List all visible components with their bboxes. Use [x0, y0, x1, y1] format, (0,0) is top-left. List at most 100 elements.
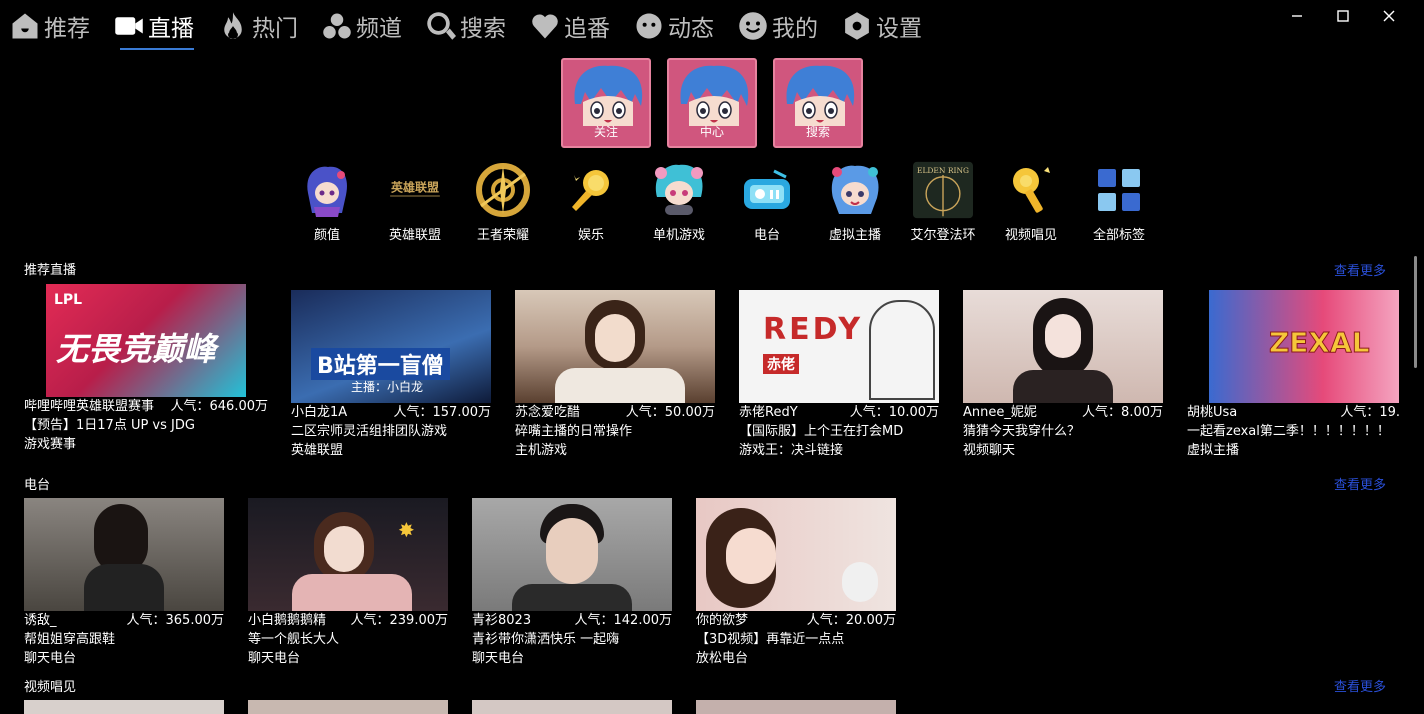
category-bar: 颜值 英雄联盟 英雄联盟 王者荣耀 娱乐 单机游戏 电台 虚拟主播 ELDEN …: [283, 160, 1163, 243]
close-button[interactable]: [1366, 4, 1412, 28]
thumb-text: 无畏竞巅峰: [56, 330, 217, 368]
popularity: 人气：20.00万: [806, 613, 896, 628]
close-icon: [1383, 10, 1395, 22]
live-card[interactable]: 诱敌_ 人气：365.00万 帮姐姐穿高跟鞋 聊天电台: [24, 498, 250, 668]
live-thumbnail[interactable]: [696, 700, 896, 714]
live-card[interactable]: Annee_妮妮 人气：8.00万 猜猜今天我穿什么？ 视频聊天: [963, 290, 1189, 460]
live-thumbnail: [472, 498, 672, 611]
live-area: 英雄联盟: [291, 443, 344, 458]
live-card[interactable]: LPL 无畏竞巅峰 哔哩哔哩英雄联盟赛事 人气：646.00万 【预告】1日17点…: [24, 284, 268, 454]
nav-item-settings[interactable]: 设置: [842, 8, 922, 44]
live-thumbnail: [696, 498, 896, 611]
search-live-button-label: 搜索: [805, 125, 830, 139]
host-name: 胡桃Usa: [1187, 405, 1238, 420]
live-card[interactable]: ✸ 小白鹅鹅鹅精 人气：239.00万 等一个舰长大人 聊天电台: [248, 498, 474, 668]
host-name: 诱敌_: [24, 613, 57, 628]
live-title: 【国际服】上个王在打会MD: [739, 424, 904, 439]
maximize-button[interactable]: [1320, 4, 1366, 28]
category-vtuber[interactable]: 虚拟主播: [811, 160, 899, 243]
scrollbar-thumb[interactable]: [1414, 256, 1417, 368]
nav-label: 追番: [564, 16, 610, 42]
host-name: 你的欲梦: [696, 613, 749, 628]
live-title: 帮姐姐穿高跟鞋: [24, 632, 116, 647]
nav-item-hot[interactable]: 热门: [218, 8, 298, 44]
section-title-recommended: 推荐直播: [24, 263, 77, 278]
host-name: 苏念爱吃醋: [515, 405, 581, 420]
popularity: 人气：8.00万: [1082, 405, 1163, 420]
live-title: 等一个舰长大人: [248, 632, 340, 647]
category-label: 娱乐: [577, 228, 604, 243]
category-all-tags[interactable]: 全部标签: [1075, 160, 1163, 243]
nav-item-activity[interactable]: 动态: [634, 8, 714, 44]
live-card[interactable]: 你的欲梦 人气：20.00万 【3D视频】再靠近一点点 放松电台: [696, 498, 922, 668]
beauty-girl-icon: [297, 160, 357, 220]
live-card[interactable]: B站第一盲僧 主播：小白龙 小白龙1A 人气：157.00万 二区宗师灵活组排团队…: [291, 290, 517, 460]
category-honor-of-kings[interactable]: 王者荣耀: [459, 160, 547, 243]
nav-item-mine[interactable]: 我的: [738, 8, 818, 44]
live-area: 游戏王：决斗链接: [739, 443, 844, 458]
search-icon: [427, 12, 456, 40]
nav-label: 搜索: [460, 16, 506, 42]
live-area: 视频聊天: [963, 443, 1016, 458]
home-icon: [12, 13, 38, 39]
smiley-icon: [739, 12, 767, 40]
nav-item-search[interactable]: 搜索: [426, 8, 506, 44]
live-thumbnail[interactable]: [24, 700, 224, 714]
search-live-button[interactable]: 搜索: [773, 58, 863, 148]
category-elden-ring[interactable]: ELDEN RING 艾尔登法环: [899, 160, 987, 243]
host-name: 哔哩哔哩英雄联盟赛事: [24, 399, 155, 414]
category-label: 英雄联盟: [388, 228, 441, 243]
minimize-button[interactable]: [1274, 4, 1320, 28]
live-title: 一起看zexal第二季！！！！！！！: [1187, 424, 1390, 439]
live-thumbnail: [515, 290, 715, 403]
section-title-video-singing: 视频唱见: [24, 680, 77, 695]
view-more-video-singing[interactable]: 查看更多: [1334, 676, 1386, 695]
category-beauty[interactable]: 颜值: [283, 160, 371, 243]
live-title: 二区宗师灵活组排团队游戏: [291, 424, 448, 439]
live-thumbnail[interactable]: [472, 700, 672, 714]
nav-item-channels[interactable]: 频道: [322, 8, 402, 44]
live-thumbnail: [24, 498, 224, 611]
flame-icon: [224, 12, 242, 39]
minimize-icon: [1292, 15, 1302, 17]
live-card[interactable]: ZEXAL 胡桃Usa 人气：19. 一起看zexal第二季！！！！！！！ 虚拟主…: [1187, 290, 1407, 460]
quick-buttons: 关注 中心 搜索: [561, 58, 879, 148]
category-radio[interactable]: 电台: [723, 160, 811, 243]
follow-button[interactable]: 关注: [561, 58, 651, 148]
nav-item-recommend[interactable]: 推荐: [10, 8, 90, 44]
popularity: 人气：365.00万: [126, 613, 225, 628]
maximize-icon: [1337, 10, 1349, 22]
popularity: 人气：10.00万: [849, 405, 939, 420]
nav-label: 频道: [356, 16, 402, 42]
host-name: 小白龙1A: [291, 405, 348, 420]
live-card[interactable]: REDY 赤佬 赤佬RedY 人气：10.00万 【国际服】上个王在打会MD 游戏…: [739, 290, 965, 460]
center-button-label: 中心: [699, 125, 724, 139]
live-card[interactable]: 苏念爱吃醋 人气：50.00万 碎嘴主播的日常操作 主机游戏: [515, 290, 741, 460]
center-button[interactable]: 中心: [667, 58, 757, 148]
mascot-face-icon: [574, 65, 643, 126]
live-area: 游戏赛事: [24, 437, 77, 452]
nav-item-live[interactable]: 直播: [114, 8, 194, 50]
live-area: 虚拟主播: [1187, 443, 1240, 458]
category-label: 全部标签: [1092, 228, 1145, 243]
nav-item-follow-anime[interactable]: 追番: [530, 8, 610, 44]
live-thumbnail[interactable]: [248, 700, 448, 714]
category-league-of-legends[interactable]: 英雄联盟 英雄联盟: [371, 160, 459, 243]
category-single-player-games[interactable]: 单机游戏: [635, 160, 723, 243]
view-more-recommended[interactable]: 查看更多: [1334, 260, 1386, 279]
live-thumbnail: [963, 290, 1163, 403]
live-title: 【预告】1日17点 UP vs JDG: [24, 418, 195, 433]
thumb-sub-text: LPL: [54, 292, 83, 308]
host-name: 青衫8023: [472, 613, 532, 628]
category-video-singing[interactable]: 视频唱见: [987, 160, 1075, 243]
live-thumbnail: REDY 赤佬: [739, 290, 939, 403]
live-area: 主机游戏: [515, 443, 568, 458]
nav-label: 我的: [772, 16, 818, 42]
view-more-radio[interactable]: 查看更多: [1334, 474, 1386, 493]
live-card[interactable]: 青衫8023 人气：142.00万 青衫带你潇洒快乐 一起嗨 聊天电台: [472, 498, 698, 668]
gear-icon: [845, 12, 869, 40]
category-entertainment[interactable]: 娱乐: [547, 160, 635, 243]
nav-label: 动态: [668, 16, 714, 42]
nav-label: 设置: [876, 16, 922, 42]
live-area: 聊天电台: [472, 651, 525, 666]
